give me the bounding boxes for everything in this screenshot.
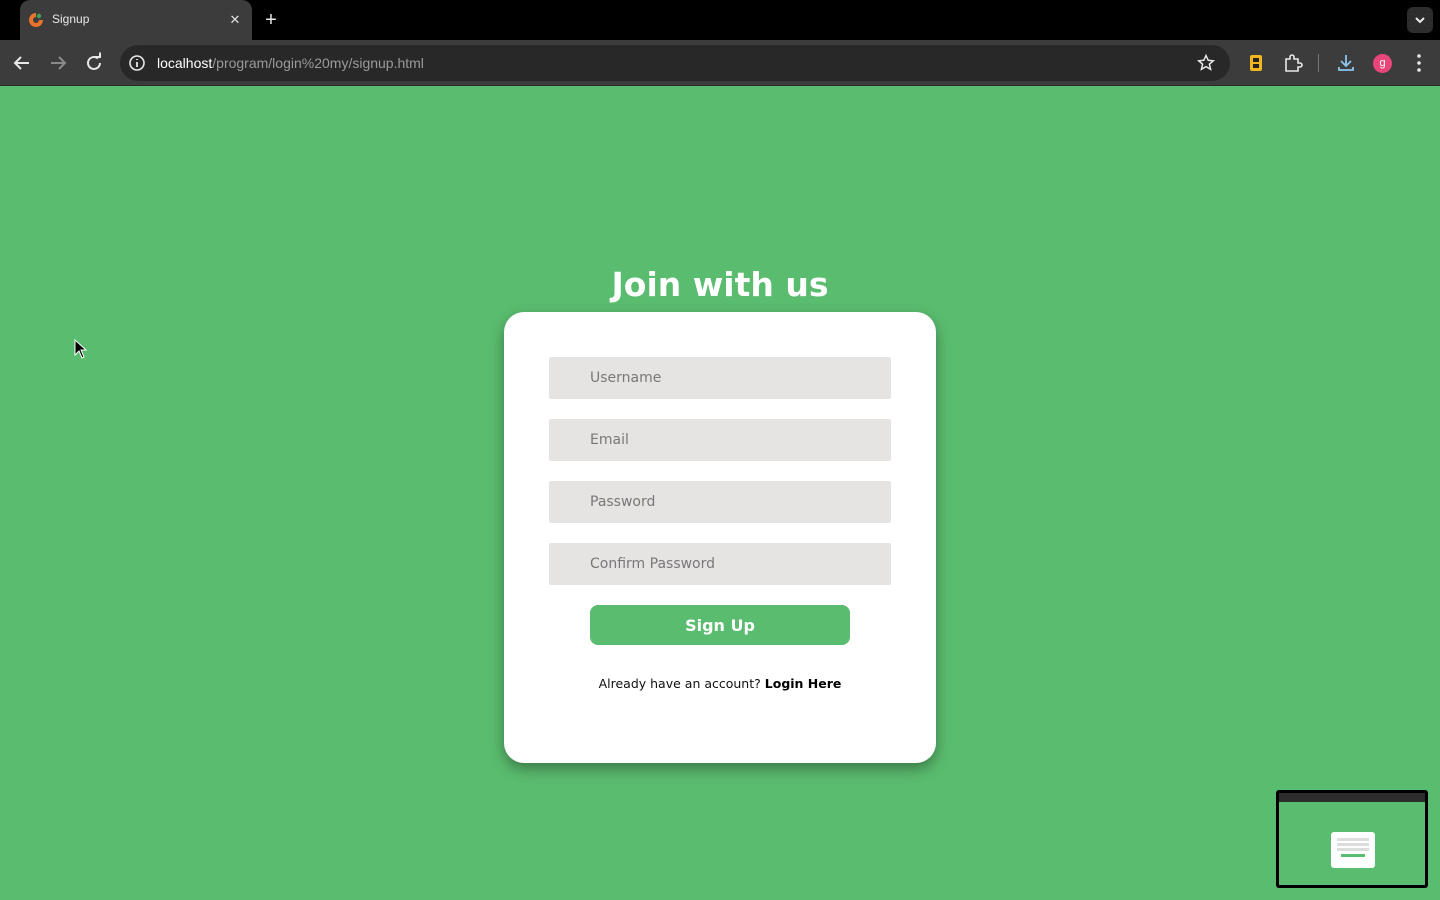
more-menu-icon[interactable] bbox=[1412, 51, 1426, 75]
tab-search-button[interactable] bbox=[1407, 7, 1433, 33]
screenshot-thumbnail[interactable] bbox=[1276, 790, 1428, 888]
thumbnail-preview bbox=[1279, 793, 1425, 885]
thumbnail-button bbox=[1341, 854, 1365, 857]
thumbnail-field bbox=[1337, 843, 1369, 846]
mouse-cursor-icon bbox=[74, 339, 88, 359]
chevron-down-icon bbox=[1415, 17, 1425, 24]
download-icon[interactable] bbox=[1335, 52, 1357, 74]
new-tab-icon[interactable]: + bbox=[260, 9, 282, 31]
browser-toolbar: localhost/program/login%20my/signup.html… bbox=[0, 40, 1440, 86]
bookmark-star-icon[interactable] bbox=[1196, 53, 1216, 73]
username-input[interactable] bbox=[549, 357, 891, 399]
active-tab[interactable]: Signup ✕ bbox=[20, 0, 252, 40]
forward-arrow-icon[interactable] bbox=[46, 51, 70, 75]
login-here-link[interactable]: Login Here bbox=[765, 676, 842, 691]
address-bar[interactable]: localhost/program/login%20my/signup.html bbox=[120, 45, 1230, 81]
reload-icon[interactable] bbox=[82, 51, 106, 75]
profile-avatar[interactable]: g bbox=[1373, 54, 1392, 73]
url-text: localhost/program/login%20my/signup.html bbox=[157, 55, 424, 71]
confirm-password-input[interactable] bbox=[549, 543, 891, 585]
tab-strip: Signup ✕ + bbox=[0, 0, 1440, 40]
toolbar-divider bbox=[1318, 54, 1319, 72]
email-input[interactable] bbox=[549, 419, 891, 461]
extension-icon[interactable] bbox=[1245, 52, 1267, 74]
thumbnail-card bbox=[1331, 832, 1375, 868]
url-path: /program/login%20my/signup.html bbox=[212, 55, 424, 71]
thumbnail-field bbox=[1337, 838, 1369, 841]
thumbnail-field bbox=[1337, 848, 1369, 851]
site-info-icon[interactable] bbox=[127, 53, 147, 73]
puzzle-extensions-icon[interactable] bbox=[1282, 52, 1304, 74]
favicon-icon bbox=[29, 13, 43, 27]
signup-card: Sign Up Already have an account? Login H… bbox=[504, 312, 936, 763]
sign-up-button[interactable]: Sign Up bbox=[590, 605, 850, 645]
close-tab-icon[interactable]: ✕ bbox=[226, 11, 244, 29]
password-input[interactable] bbox=[549, 481, 891, 523]
page-title: Join with us bbox=[611, 265, 829, 304]
login-prompt: Already have an account? Login Here bbox=[504, 676, 936, 691]
login-prompt-text: Already have an account? bbox=[598, 676, 761, 691]
back-arrow-icon[interactable] bbox=[10, 51, 34, 75]
tab-title: Signup bbox=[52, 12, 90, 26]
url-host: localhost bbox=[157, 55, 213, 71]
